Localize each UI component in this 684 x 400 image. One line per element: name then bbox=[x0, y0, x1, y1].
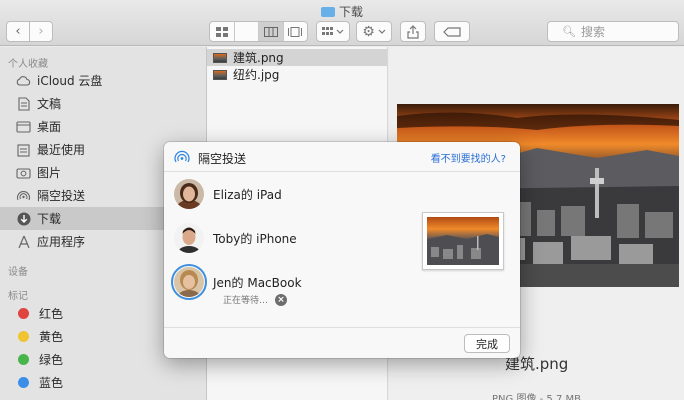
airdrop-device[interactable]: Eliza的 iPad bbox=[174, 176, 282, 212]
avatar bbox=[174, 179, 204, 209]
sheet-header: 隔空投送 看不到要找的人? bbox=[164, 142, 520, 172]
sidebar-tag-blue[interactable]: 蓝色 bbox=[0, 371, 206, 394]
forward-button[interactable]: › bbox=[29, 21, 53, 42]
airdrop-icon bbox=[16, 189, 31, 203]
sidebar-item-icloud[interactable]: iCloud 云盘 bbox=[0, 69, 206, 92]
toolbar: 下载 ‹ › ⚙ 🔍︎ 搜索 bbox=[0, 0, 684, 46]
help-link[interactable]: 看不到要找的人? bbox=[431, 150, 506, 165]
search-placeholder: 搜索 bbox=[580, 25, 605, 39]
gallery-icon bbox=[288, 26, 303, 37]
airdrop-device[interactable]: Toby的 iPhone bbox=[174, 220, 297, 256]
favorites-header: 个人收藏 bbox=[8, 59, 48, 70]
view-mode-group bbox=[209, 21, 308, 42]
search-icon: 🔍︎ bbox=[562, 25, 576, 38]
attachment-image bbox=[427, 217, 499, 265]
column-view-button[interactable] bbox=[259, 22, 284, 41]
chevron-right-icon: › bbox=[38, 24, 44, 39]
file-row[interactable]: 建筑.png bbox=[207, 49, 387, 66]
icon-view-button[interactable] bbox=[210, 22, 235, 41]
avatar bbox=[171, 264, 207, 306]
window-title: 下载 bbox=[0, 3, 684, 20]
list-view-button[interactable] bbox=[235, 22, 259, 41]
share-icon bbox=[407, 24, 419, 39]
green-tag-dot bbox=[18, 354, 29, 365]
grid-icon bbox=[215, 26, 228, 37]
progress-ring bbox=[171, 264, 207, 300]
folder-icon bbox=[320, 7, 335, 17]
tags-header: 标记 bbox=[8, 291, 28, 302]
sidebar-item-documents[interactable]: 文稿 bbox=[0, 92, 206, 115]
tag-icon bbox=[443, 26, 461, 37]
camera-icon bbox=[16, 166, 31, 180]
chevron-left-icon: ‹ bbox=[15, 24, 21, 39]
blue-tag-dot bbox=[18, 377, 29, 388]
list-icon bbox=[235, 22, 259, 41]
chevron-down-icon bbox=[378, 29, 386, 34]
cloud-icon bbox=[16, 74, 31, 88]
gear-icon: ⚙ bbox=[362, 23, 375, 40]
transfer-status: 正在等待… × bbox=[223, 293, 288, 306]
image-file-icon bbox=[213, 52, 227, 63]
applications-icon bbox=[16, 235, 31, 249]
preview-file-info: PNG 图像 - 5.7 MB bbox=[492, 394, 581, 400]
done-button[interactable]: 完成 bbox=[464, 334, 510, 353]
arrange-icon bbox=[322, 26, 344, 35]
airdrop-sheet: 隔空投送 看不到要找的人? Eliza的 iPad Toby的 iPhone J… bbox=[164, 142, 520, 358]
clock-icon bbox=[16, 143, 31, 157]
cancel-transfer-button[interactable]: × bbox=[275, 293, 288, 306]
share-button[interactable] bbox=[400, 21, 426, 42]
gallery-view-button[interactable] bbox=[284, 22, 308, 41]
download-icon bbox=[16, 212, 31, 226]
sheet-title: 隔空投送 bbox=[198, 152, 247, 166]
action-button[interactable]: ⚙ bbox=[356, 21, 392, 42]
arrange-button[interactable] bbox=[316, 21, 350, 42]
sheet-footer: 完成 bbox=[164, 327, 520, 358]
red-tag-dot bbox=[18, 308, 29, 319]
document-icon bbox=[16, 96, 31, 111]
search-field[interactable]: 🔍︎ 搜索 bbox=[547, 21, 679, 42]
desktop-icon bbox=[16, 120, 31, 134]
columns-icon bbox=[263, 26, 278, 37]
avatar bbox=[174, 223, 204, 253]
airdrop-icon bbox=[174, 150, 190, 163]
sidebar-item-desktop[interactable]: 桌面 bbox=[0, 115, 206, 138]
attachment-thumbnail bbox=[422, 212, 504, 270]
file-row[interactable]: 纽约.jpg bbox=[207, 66, 387, 83]
airdrop-device-sending[interactable]: Jen的 MacBook 正在等待… × bbox=[171, 264, 302, 306]
yellow-tag-dot bbox=[18, 331, 29, 342]
devices-header: 设备 bbox=[8, 267, 28, 278]
tag-button[interactable] bbox=[434, 21, 470, 42]
back-button[interactable]: ‹ bbox=[6, 21, 30, 42]
image-file-icon bbox=[213, 69, 227, 80]
